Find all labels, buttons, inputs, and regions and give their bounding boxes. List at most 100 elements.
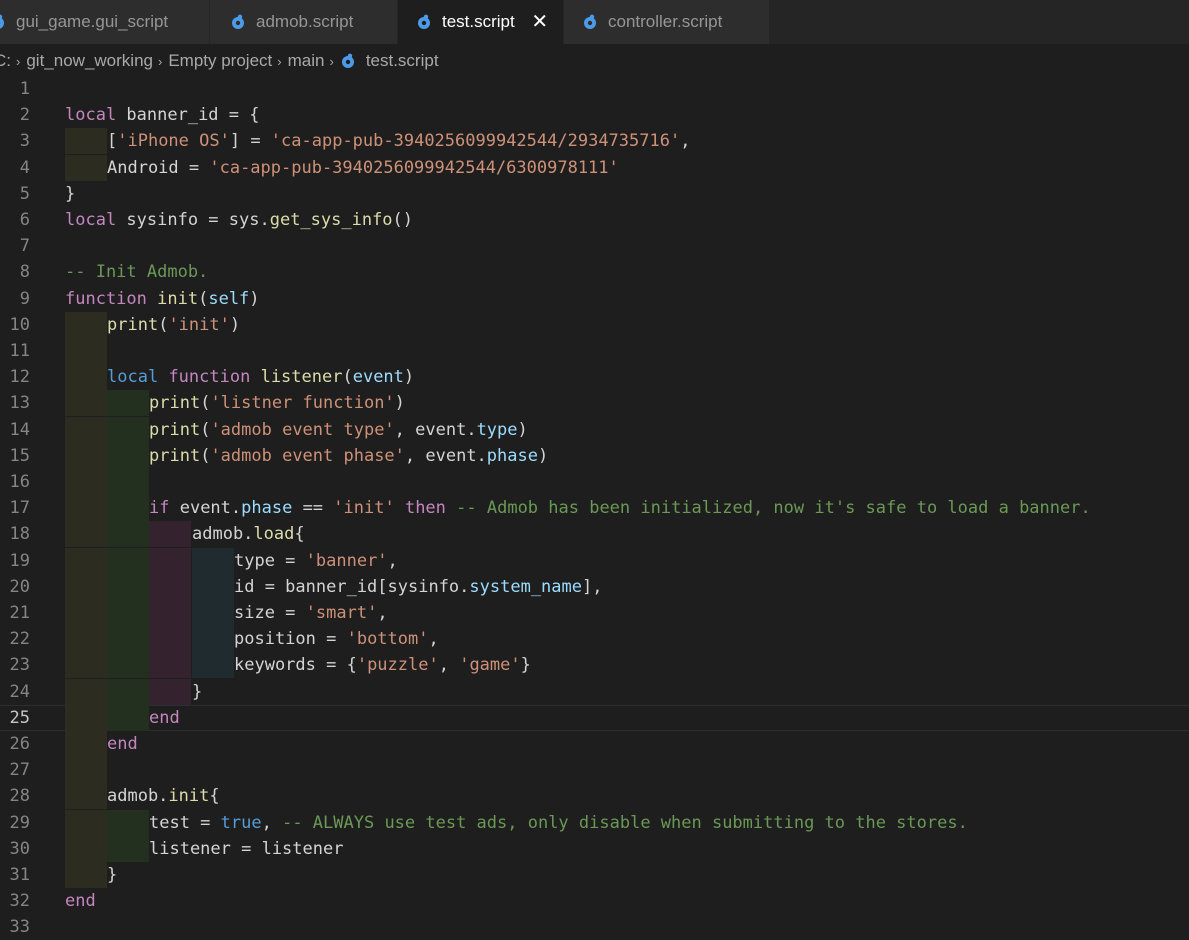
indent-guide (192, 548, 234, 574)
code-line[interactable]: 4Android = 'ca-app-pub-3940256099942544/… (0, 155, 1189, 181)
code-token: banner_id = { (116, 105, 259, 125)
indent-guide (107, 836, 149, 862)
breadcrumb-file[interactable]: test.script (366, 51, 439, 71)
code-token: } (107, 865, 117, 885)
code-token: ], (582, 577, 602, 597)
code-line[interactable]: 30listener = listener (0, 836, 1189, 862)
code-token: ) (538, 446, 548, 466)
code-text: } (192, 679, 202, 705)
code-token: load (253, 524, 294, 544)
code-line[interactable]: 12local function listener(event) (0, 364, 1189, 390)
code-line[interactable]: 1 (0, 76, 1189, 102)
code-line[interactable]: 20id = banner_id[sysinfo.system_name], (0, 574, 1189, 600)
code-line[interactable]: 10print('init') (0, 312, 1189, 338)
code-token: function (65, 289, 147, 309)
code-token: 'init' (168, 315, 229, 335)
line-number: 3 (0, 128, 30, 154)
breadcrumb-drive[interactable]: C: (0, 51, 11, 71)
code-line[interactable]: 15print('admob event phase', event.phase… (0, 443, 1189, 469)
indent-guide (149, 679, 191, 705)
breadcrumb-folder-git-now-working[interactable]: git_now_working (26, 51, 153, 71)
line-number: 10 (0, 312, 30, 338)
indent-guide (107, 574, 149, 600)
code-token: ( (198, 289, 208, 309)
code-line[interactable]: 27 (0, 757, 1189, 783)
code-line[interactable]: 31} (0, 862, 1189, 888)
indent-guide (65, 626, 107, 652)
code-line[interactable]: 8-- Init Admob. (0, 259, 1189, 285)
code-line[interactable]: 2local banner_id = { (0, 102, 1189, 128)
tab-admob-script[interactable]: admob.script (210, 0, 398, 44)
breadcrumb-folder-main[interactable]: main (288, 51, 325, 71)
code-line[interactable]: 32end (0, 888, 1189, 914)
indent-guide (107, 652, 149, 678)
code-line[interactable]: 3 ['iPhone OS'] = 'ca-app-pub-39402560999… (0, 128, 1189, 154)
code-token: == (292, 498, 333, 518)
tab-gui-game-gui-script[interactable]: gui_game.gui_script (0, 0, 210, 44)
breadcrumb-folder-empty-project[interactable]: Empty project (168, 51, 272, 71)
defold-script-icon (416, 14, 432, 30)
code-line[interactable]: 25end (0, 705, 1189, 731)
indent-guide (107, 626, 149, 652)
defold-script-icon (582, 14, 598, 30)
indent-guide (65, 679, 107, 705)
code-line[interactable]: 5} (0, 181, 1189, 207)
code-token: 'game' (459, 655, 520, 675)
code-line[interactable]: 16 (0, 469, 1189, 495)
code-token: local (65, 210, 116, 230)
code-line[interactable]: 11 (0, 338, 1189, 364)
code-text: type = 'banner', (234, 548, 398, 574)
code-text: listener = listener (149, 836, 343, 862)
tab-test-script[interactable]: test.script ✕ (398, 0, 564, 44)
line-number: 17 (0, 495, 30, 521)
code-line[interactable]: 23keywords = {'puzzle', 'game'} (0, 652, 1189, 678)
breadcrumb: C: › git_now_working › Empty project › m… (0, 46, 1183, 76)
code-line[interactable]: 6local sysinfo = sys.get_sys_info() (0, 207, 1189, 233)
code-token: ) (249, 289, 259, 309)
code-line[interactable]: 19 type = 'banner', (0, 548, 1189, 574)
code-line[interactable]: 7 (0, 233, 1189, 259)
code-token: -- Admob has been initialized, now it's … (456, 498, 1091, 518)
code-token: ) (230, 315, 240, 335)
indent-guide (65, 417, 107, 443)
code-token: } (192, 682, 202, 702)
code-line[interactable]: 14print('admob event type', event.type) (0, 417, 1189, 443)
code-line[interactable]: 13print('listner function') (0, 390, 1189, 416)
code-line[interactable]: 22position = 'bottom', (0, 626, 1189, 652)
code-editor[interactable]: 12local banner_id = {3 ['iPhone OS'] = 'c… (0, 76, 1189, 928)
code-line[interactable]: 18admob.load{ (0, 521, 1189, 547)
code-token: 'bottom' (347, 629, 429, 649)
code-text: end (149, 705, 180, 731)
tab-controller-script[interactable]: controller.script (564, 0, 770, 44)
code-line[interactable]: 28admob.init{ (0, 783, 1189, 809)
code-line[interactable]: 29test = true, -- ALWAYS use test ads, o… (0, 810, 1189, 836)
line-number: 31 (0, 862, 30, 888)
chevron-right-icon: › (277, 54, 281, 69)
code-token: phase (487, 446, 538, 466)
code-line[interactable]: 21size = 'smart', (0, 600, 1189, 626)
code-text: ['iPhone OS'] = 'ca-app-pub-394025609994… (107, 128, 690, 154)
code-line[interactable]: 26end (0, 731, 1189, 757)
indent-guide (149, 574, 191, 600)
indent-guide (65, 783, 107, 809)
code-line[interactable]: 24} (0, 679, 1189, 705)
code-token: 'banner' (306, 551, 388, 571)
close-icon[interactable]: ✕ (531, 12, 549, 32)
chevron-right-icon: › (158, 54, 162, 69)
code-token (158, 367, 168, 387)
code-token: admob. (192, 524, 253, 544)
code-line[interactable]: 33 (0, 914, 1189, 940)
code-line[interactable]: 9function init(self) (0, 286, 1189, 312)
line-number: 19 (0, 548, 30, 574)
code-token: event. (169, 498, 241, 518)
defold-script-icon (230, 14, 246, 30)
indent-guide (107, 417, 149, 443)
defold-script-icon (0, 14, 6, 30)
tab-label: gui_game.gui_script (16, 12, 168, 32)
code-line[interactable]: 17if event.phase == 'init' then -- Admob… (0, 495, 1189, 521)
code-token: -- Init Admob. (65, 262, 208, 282)
tab-label: admob.script (256, 12, 353, 32)
chevron-right-icon: › (16, 54, 20, 69)
code-text: Android = 'ca-app-pub-3940256099942544/6… (107, 155, 619, 181)
indent-guide (107, 495, 149, 521)
